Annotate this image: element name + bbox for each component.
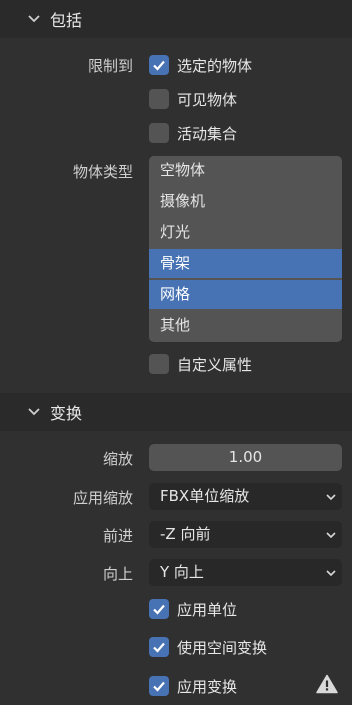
visible-objects-label: 可见物体 — [177, 91, 238, 109]
forward-dropdown[interactable]: -Z 向前 — [149, 521, 342, 548]
apply-scaling-dropdown[interactable]: FBX单位缩放 — [149, 483, 342, 510]
visible-objects-checkbox[interactable] — [149, 89, 169, 109]
up-dropdown[interactable]: Y 向上 — [149, 559, 342, 586]
checkmark-icon — [153, 642, 165, 653]
warning-icon — [316, 674, 338, 694]
selected-objects-label: 选定的物体 — [177, 57, 253, 75]
scale-label: 缩放 — [102, 450, 133, 468]
dropdown-arrow-icon — [326, 494, 336, 501]
up-label: 向上 — [102, 565, 133, 583]
apply-transform-label: 应用变换 — [177, 678, 238, 696]
active-collection-checkbox[interactable] — [149, 123, 169, 143]
object-type-camera[interactable]: 摄像机 — [149, 187, 342, 216]
use-space-transform-checkbox[interactable] — [149, 637, 169, 657]
forward-label: 前进 — [102, 527, 133, 545]
transform-section-header[interactable]: 变换 — [0, 393, 352, 431]
chevron-down-icon — [28, 15, 40, 23]
include-section-title: 包括 — [50, 11, 83, 30]
object-types-list: 空物体 摄像机 灯光 骨架 网格 其他 — [149, 156, 342, 342]
apply-transform-checkbox[interactable] — [149, 676, 169, 696]
object-type-mesh[interactable]: 网格 — [149, 280, 342, 309]
object-type-armature[interactable]: 骨架 — [149, 249, 342, 278]
scale-field[interactable]: 1.00 — [149, 444, 342, 471]
use-space-transform-label: 使用空间变换 — [177, 639, 268, 657]
object-type-empty[interactable]: 空物体 — [149, 156, 342, 185]
checkmark-icon — [153, 681, 165, 692]
forward-value: -Z 向前 — [160, 525, 211, 543]
up-value: Y 向上 — [160, 563, 204, 581]
apply-scaling-value: FBX单位缩放 — [160, 487, 250, 505]
custom-properties-label: 自定义属性 — [177, 356, 253, 374]
object-types-label: 物体类型 — [72, 163, 133, 181]
selected-objects-checkbox[interactable] — [149, 55, 169, 75]
chevron-down-icon — [28, 408, 40, 416]
dropdown-arrow-icon — [326, 532, 336, 539]
apply-unit-checkbox[interactable] — [149, 599, 169, 619]
dropdown-arrow-icon — [326, 570, 336, 577]
transform-section-title: 变换 — [50, 404, 83, 423]
object-type-other[interactable]: 其他 — [149, 311, 342, 340]
checkmark-icon — [153, 60, 165, 71]
checkmark-icon — [153, 604, 165, 615]
active-collection-label: 活动集合 — [177, 125, 238, 143]
apply-unit-label: 应用单位 — [177, 601, 238, 619]
custom-properties-checkbox[interactable] — [149, 354, 169, 374]
apply-scaling-label: 应用缩放 — [72, 489, 133, 507]
object-type-light[interactable]: 灯光 — [149, 218, 342, 247]
include-section-header[interactable]: 包括 — [0, 0, 352, 38]
limit-to-label: 限制到 — [87, 57, 133, 75]
